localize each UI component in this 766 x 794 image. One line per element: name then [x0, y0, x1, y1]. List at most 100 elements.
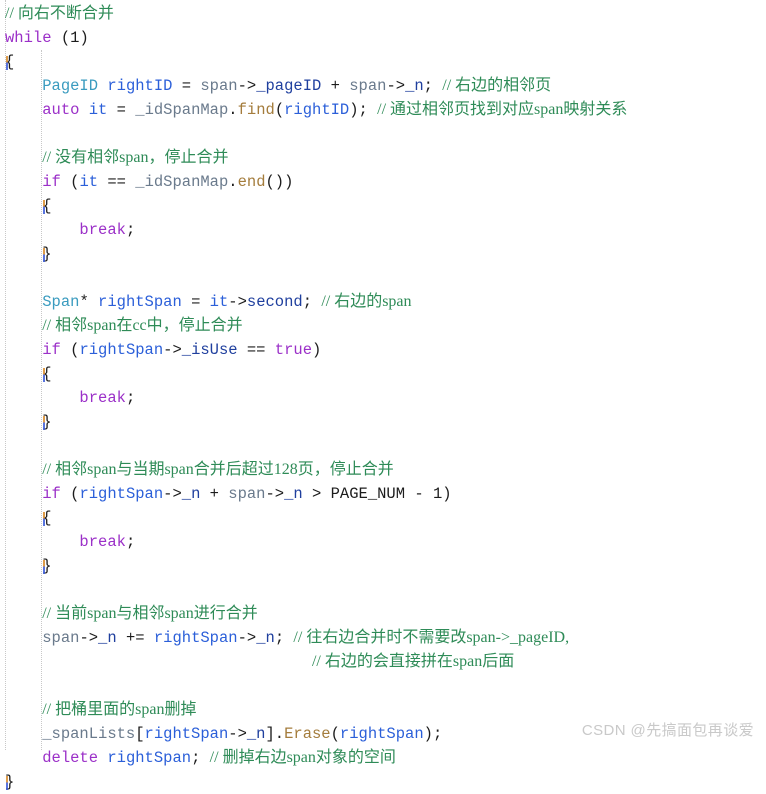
code-token-var: rightSpan	[107, 749, 192, 767]
code-token-cmt-cn: // 向右不断合并	[5, 5, 114, 22]
code-line[interactable]: }	[0, 242, 766, 266]
code-line[interactable]	[0, 122, 766, 146]
code-line[interactable]: auto it = _idSpanMap.find(rightID); // 通…	[0, 98, 766, 122]
code-token-ident: span	[200, 77, 238, 95]
code-line[interactable]: if (rightSpan->_n + span->_n > PAGE_NUM …	[0, 482, 766, 506]
code-line[interactable]: }	[0, 410, 766, 434]
code-token-num: 1	[432, 485, 443, 503]
code-token-var: rightSpan	[79, 341, 164, 359]
code-token-brace: }	[5, 773, 15, 791]
code-token-punct: ;	[274, 629, 294, 647]
code-token-var: it	[209, 293, 229, 311]
code-token-ident: _idSpanMap	[135, 173, 229, 191]
code-token-punct: (	[51, 29, 71, 47]
code-token-punct	[98, 77, 107, 95]
code-lines-container[interactable]: // 向右不断合并 while (1) { PageID rightID = spa…	[0, 2, 766, 794]
code-line[interactable]: Span* rightSpan = it->second; // 右边的span	[0, 290, 766, 314]
code-line[interactable]: PageID rightID = span->_pageID + span->_…	[0, 74, 766, 98]
code-token-member: second	[246, 293, 303, 311]
code-token-brace: {	[42, 509, 52, 527]
code-token-punct: (	[274, 101, 285, 119]
code-token-punct: )	[79, 29, 89, 47]
code-token-punct: ->	[386, 77, 406, 95]
code-token-punct: ].	[265, 725, 285, 743]
code-line[interactable]: break;	[0, 386, 766, 410]
code-token-member: _isUse	[181, 341, 238, 359]
code-line[interactable]: // 没有相邻span，停止合并	[0, 146, 766, 170]
code-token-kw: break	[79, 221, 126, 239]
code-line[interactable]: if (it == _idSpanMap.end())	[0, 170, 766, 194]
code-token-ident: span	[42, 629, 80, 647]
code-token-kw: true	[274, 341, 313, 359]
code-token-kw: delete	[42, 749, 99, 767]
code-line[interactable]: // 向右不断合并	[0, 2, 766, 26]
code-line[interactable]	[0, 674, 766, 698]
code-line[interactable]: }	[0, 554, 766, 578]
code-token-punct: )	[442, 485, 452, 503]
code-token-cmt-cn: // 删掉右边span对象的空间	[209, 749, 396, 766]
code-token-cmt-cn: // 右边的会直接拼在span后面	[311, 653, 515, 670]
code-line[interactable]: // 相邻span与当期span合并后超过128页，停止合并	[0, 458, 766, 482]
code-token-punct: );	[423, 725, 443, 743]
code-token-cmt-cn: // 右边的span	[321, 293, 412, 310]
code-token-punct: .	[228, 101, 238, 119]
code-editor[interactable]: // 向右不断合并 while (1) { PageID rightID = spa…	[0, 0, 766, 791]
code-line[interactable]	[0, 434, 766, 458]
code-line[interactable]: {	[0, 194, 766, 218]
code-token-punct: (	[60, 173, 80, 191]
code-token-member: _n	[256, 629, 275, 647]
code-token-punct: +=	[116, 629, 154, 647]
code-token-kw: auto	[42, 101, 80, 119]
code-token-punct	[98, 749, 107, 767]
code-token-punct: ;	[423, 77, 443, 95]
code-token-brace: {	[5, 53, 15, 71]
code-token-cmt-cn: // 没有相邻span，停止合并	[42, 149, 229, 166]
code-token-punct: ->	[228, 293, 247, 311]
code-line[interactable]: while (1)	[0, 26, 766, 50]
code-line[interactable]: break;	[0, 218, 766, 242]
code-line[interactable]: break;	[0, 530, 766, 554]
code-token-punct: ())	[265, 173, 294, 191]
code-line[interactable]: {	[0, 362, 766, 386]
code-line[interactable]: // 当前span与相邻span进行合并	[0, 602, 766, 626]
code-token-punct: >	[302, 485, 331, 503]
code-token-punct: (	[330, 725, 340, 743]
code-line[interactable]: // 相邻span在cc中，停止合并	[0, 314, 766, 338]
code-line[interactable]	[0, 266, 766, 290]
code-token-brace: }	[42, 557, 52, 575]
code-token-var: rightID	[107, 77, 173, 95]
code-token-member: _n	[405, 77, 424, 95]
code-token-punct: ;	[125, 221, 136, 239]
code-line[interactable]: }	[0, 770, 766, 794]
code-token-member: _pageID	[256, 77, 322, 95]
code-line[interactable]: {	[0, 506, 766, 530]
code-token-punct: ->	[265, 485, 285, 503]
code-line[interactable]: span->_n += rightSpan->_n; // 往右边合并时不需要改…	[0, 626, 766, 650]
code-token-kw: if	[42, 341, 61, 359]
code-token-punct: .	[228, 173, 238, 191]
code-token-punct: ;	[191, 749, 210, 767]
code-line[interactable]: if (rightSpan->_isUse == true)	[0, 338, 766, 362]
code-line[interactable]: // 右边的会直接拼在span后面	[0, 650, 766, 674]
code-token-var: it	[88, 101, 108, 119]
code-line[interactable]	[0, 578, 766, 602]
code-token-var: rightSpan	[98, 293, 182, 311]
code-line[interactable]: {	[0, 50, 766, 74]
code-token-punct: )	[312, 341, 322, 359]
code-token-punct: *	[79, 293, 99, 311]
